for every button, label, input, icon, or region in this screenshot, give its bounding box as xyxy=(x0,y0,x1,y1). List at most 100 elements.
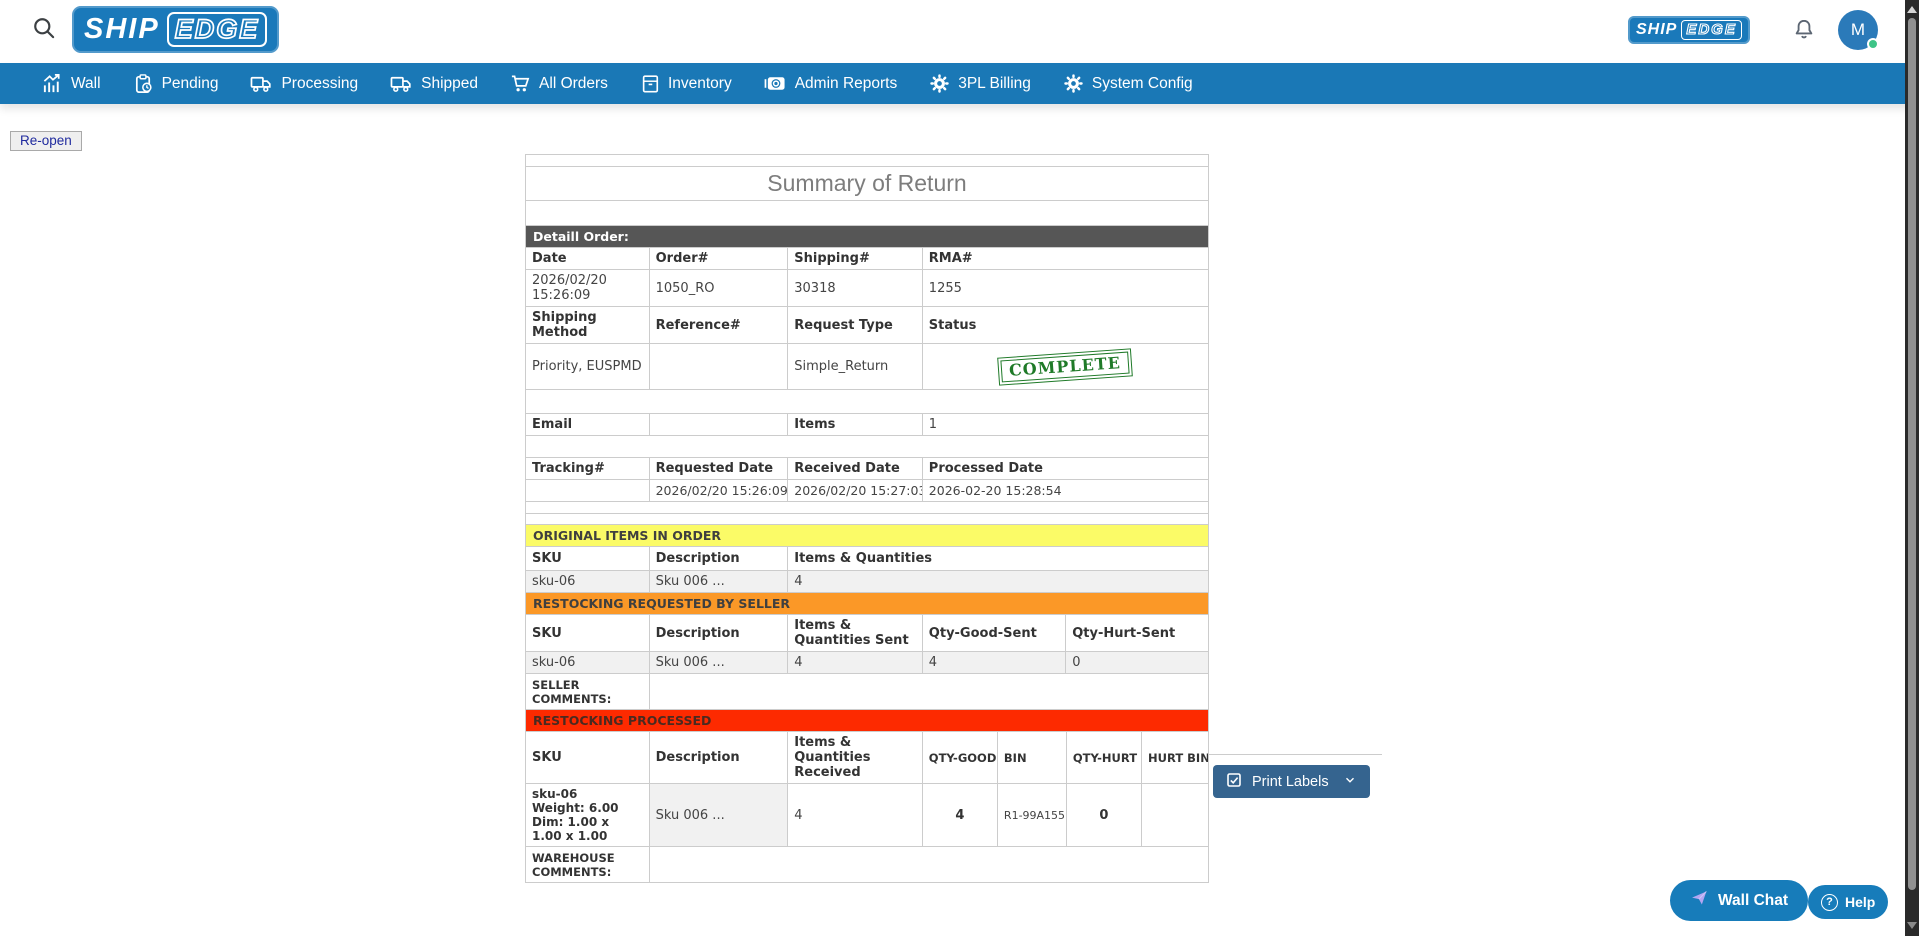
nav-item-all-orders[interactable]: All Orders xyxy=(494,63,624,104)
shipedge-logo[interactable]: SHIP EDGE xyxy=(72,6,279,53)
checkbox-checked-icon xyxy=(1226,772,1242,792)
detail-order-table: Summary of Return Detaill Order: Date Or… xyxy=(525,154,1209,525)
col-header-status: Status xyxy=(922,307,1208,344)
nav-item-inventory[interactable]: Inventory xyxy=(624,63,748,104)
shipping-number-value: 30318 xyxy=(788,270,923,307)
section-header-detail-order: Detaill Order: xyxy=(526,226,1209,248)
restocking-processed-table: RESTOCKING PROCESSED SKU Description Ite… xyxy=(525,709,1209,883)
search-button[interactable] xyxy=(28,13,62,47)
nav-label: Processing xyxy=(281,75,358,93)
received-date-value: 2026/02/20 15:27:03 xyxy=(788,480,923,502)
scrollbar-thumb[interactable] xyxy=(1908,18,1916,890)
description-value: Sku 006 ... xyxy=(649,784,788,847)
col-header-items-quantities-received: Items & Quantities Received xyxy=(788,732,923,784)
description-value: Sku 006 ... xyxy=(649,652,788,674)
gear-icon xyxy=(929,73,950,94)
col-header-qty-good: QTY-GOOD xyxy=(922,732,997,784)
tracking-value xyxy=(526,480,650,502)
sku-value: sku-06 xyxy=(526,652,650,674)
status-stamp: COMPLETE xyxy=(998,348,1134,385)
nav-label: 3PL Billing xyxy=(958,75,1031,93)
sku-value: sku-06 xyxy=(532,787,643,801)
cart-icon xyxy=(510,73,531,94)
col-header-sku: SKU xyxy=(526,732,650,784)
logo-ship-text: SHIP xyxy=(84,13,160,46)
print-labels-container: Print Labels xyxy=(1209,754,1382,798)
quantity-sent-value: 4 xyxy=(788,652,923,674)
col-header-sku: SKU xyxy=(526,615,650,652)
nav-item-admin-reports[interactable]: Admin Reports xyxy=(748,63,914,104)
col-header-received-date: Received Date xyxy=(788,458,923,480)
section-header-restocking-processed: RESTOCKING PROCESSED xyxy=(526,710,1209,732)
col-header-requested-date: Requested Date xyxy=(649,458,788,480)
col-header-qty-good-sent: Qty-Good-Sent xyxy=(922,615,1065,652)
qty-hurt-value: 0 xyxy=(1066,784,1141,847)
qty-good-sent-value: 4 xyxy=(922,652,1065,674)
status-cell: COMPLETE xyxy=(922,344,1208,390)
nav-label: Admin Reports xyxy=(795,75,898,93)
paper-plane-icon xyxy=(1690,889,1708,912)
nav-item-shipped[interactable]: Shipped xyxy=(374,63,494,104)
user-avatar[interactable]: M xyxy=(1838,10,1878,50)
sku-value: sku-06 xyxy=(526,571,650,593)
table-row: sku-06 Sku 006 ... 4 4 0 xyxy=(526,652,1209,674)
col-header-rma: RMA# xyxy=(922,248,1208,270)
print-labels-label: Print Labels xyxy=(1252,774,1329,790)
table-row: sku-06 Sku 006 ... 4 xyxy=(526,571,1209,593)
nav-item-processing[interactable]: Processing xyxy=(234,63,374,104)
quantity-value: 4 xyxy=(788,571,1209,593)
col-header-hurt-bin: HURT BIN xyxy=(1142,732,1209,784)
chevron-down-icon xyxy=(1343,773,1357,791)
col-header-description: Description xyxy=(649,615,788,652)
nav-item-3pl-billing[interactable]: 3PL Billing xyxy=(913,63,1047,104)
seller-comments-label: SELLER COMMENTS: xyxy=(526,674,650,710)
print-labels-button[interactable]: Print Labels xyxy=(1213,765,1370,798)
col-header-items-quantities-sent: Items & Quantities Sent xyxy=(788,615,923,652)
nav-item-wall[interactable]: Wall xyxy=(26,63,117,104)
spacer-row xyxy=(526,514,1209,525)
sku-weight: Weight: 6.00 xyxy=(532,801,643,815)
summary-of-return-report: Summary of Return Detaill Order: Date Or… xyxy=(525,154,1209,883)
col-header-sku: SKU xyxy=(526,547,650,571)
rma-number-value: 1255 xyxy=(922,270,1208,307)
nav-label: Shipped xyxy=(421,75,478,93)
search-icon xyxy=(32,16,58,45)
col-header-qty-hurt-sent: Qty-Hurt-Sent xyxy=(1066,615,1209,652)
wall-chat-button[interactable]: Wall Chat xyxy=(1670,880,1808,921)
nav-item-pending[interactable]: Pending xyxy=(117,63,235,104)
request-type-value: Simple_Return xyxy=(788,344,923,390)
col-header-date: Date xyxy=(526,248,650,270)
nav-item-system-config[interactable]: System Config xyxy=(1047,63,1209,104)
scrollbar-up-arrow[interactable] xyxy=(1907,6,1917,13)
shipedge-logo-small: SHIP EDGE xyxy=(1628,16,1750,44)
date-value: 2026/02/20 15:26:09 xyxy=(526,270,650,307)
avatar-initial: M xyxy=(1851,20,1865,40)
col-header-request-type: Request Type xyxy=(788,307,923,344)
help-button[interactable]: ? Help xyxy=(1808,885,1888,919)
email-label: Email xyxy=(526,414,650,436)
order-number-value: 1050_RO xyxy=(649,270,788,307)
spacer-row xyxy=(526,155,1209,167)
spacer-row xyxy=(526,436,1209,458)
col-header-description: Description xyxy=(649,547,788,571)
table-row: sku-06 Weight: 6.00 Dim: 1.00 x 1.00 x 1… xyxy=(526,784,1209,847)
col-header-items-quantities: Items & Quantities xyxy=(788,547,1209,571)
reopen-button[interactable]: Re-open xyxy=(10,131,82,151)
gear-icon xyxy=(1063,73,1084,94)
nav-label: System Config xyxy=(1092,75,1193,93)
reference-value xyxy=(649,344,788,390)
nav-label: Wall xyxy=(71,75,101,93)
qty-hurt-sent-value: 0 xyxy=(1066,652,1209,674)
shipping-method-value: Priority, EUSPMD xyxy=(526,344,650,390)
help-label: Help xyxy=(1845,894,1875,910)
scrollbar-down-arrow[interactable] xyxy=(1907,922,1917,929)
wall-chat-label: Wall Chat xyxy=(1718,892,1788,910)
requested-date-value: 2026/02/20 15:26:09 xyxy=(649,480,788,502)
sku-dimensions: Dim: 1.00 x 1.00 x 1.00 xyxy=(532,815,643,843)
notifications-button[interactable] xyxy=(1789,16,1819,46)
warehouse-comments-value xyxy=(649,847,1208,883)
bell-icon xyxy=(1791,31,1817,46)
scrollbar[interactable] xyxy=(1905,0,1919,936)
section-header-restocking-requested: RESTOCKING REQUESTED BY SELLER xyxy=(526,593,1209,615)
restocking-requested-table: RESTOCKING REQUESTED BY SELLER SKU Descr… xyxy=(525,592,1209,710)
